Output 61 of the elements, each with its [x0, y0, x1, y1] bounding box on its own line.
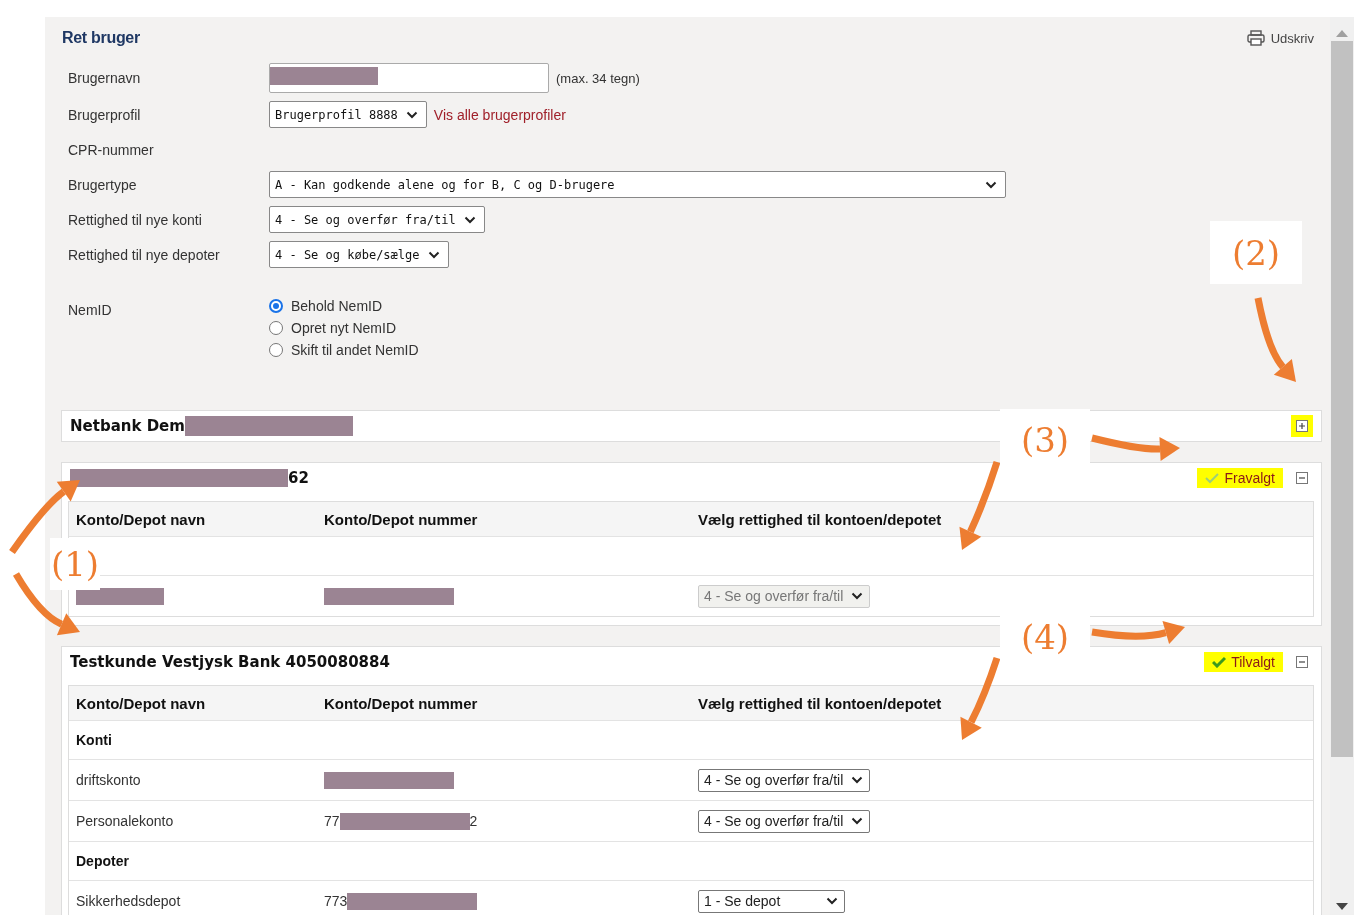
callout-label: (2): [1210, 221, 1302, 284]
permission-dropdown[interactable]: 1 - Se depot: [698, 889, 845, 913]
dropdown[interactable]: 4 - Se og overfør fra/til: [269, 206, 485, 233]
radio-button[interactable]: [269, 321, 283, 335]
dropdown[interactable]: 4 - Se og købe/sælge: [269, 241, 449, 268]
check-icon: [1212, 656, 1227, 668]
account-number: 2: [469, 813, 478, 829]
field-label: Brugernavn: [68, 70, 142, 86]
scroll-up-icon: [1336, 29, 1348, 37]
account-name: Personalekonto: [76, 813, 174, 829]
field-label: Rettighed til nye konti: [68, 211, 203, 228]
radio-label[interactable]: Behold NemID: [291, 298, 383, 314]
page-title: Ret bruger: [62, 29, 140, 47]
expand-icon[interactable]: [1291, 415, 1313, 437]
callout-label: (1): [50, 538, 100, 590]
group-label: Depoter: [76, 853, 130, 869]
chevron-icon: [427, 250, 440, 259]
chevron-icon: [851, 776, 864, 784]
chevron-icon: [851, 592, 864, 600]
panel-title: Netbank Dem: [70, 417, 185, 435]
column-header: Konto/Depot navn: [76, 694, 207, 712]
permission-dropdown[interactable]: 4 - Se og overfør fra/til: [698, 809, 871, 833]
column-header: Vælg rettighed til kontoen/depotet: [698, 510, 943, 528]
radio-label[interactable]: Skift til andet NemID: [291, 342, 419, 358]
chevron-icon: [851, 817, 864, 825]
account-name: Sikkerhedsdepot: [76, 893, 181, 909]
column-header: Konto/Depot navn: [76, 510, 207, 528]
chevron-icon: [985, 180, 997, 189]
field-label: NemID: [68, 301, 113, 318]
chevron-icon: [463, 215, 476, 224]
group-label: Konti: [76, 732, 113, 748]
scrollbar-thumb[interactable]: [1331, 41, 1353, 757]
radio-button[interactable]: [269, 343, 283, 357]
account-number: 77: [324, 813, 340, 829]
field-label: CPR-nummer: [68, 141, 155, 158]
account-number: 773: [324, 893, 348, 909]
panel-title: Testkunde Vestjysk Bank 4050080884: [70, 653, 390, 671]
scroll-down-icon: [1336, 903, 1348, 911]
column-header: Konto/Depot nummer: [324, 510, 479, 528]
chevron-icon: [826, 897, 838, 905]
permission-dropdown[interactable]: 4 - Se og overfør fra/til: [698, 768, 871, 792]
link[interactable]: Vis alle brugerprofiler: [433, 106, 566, 123]
field-label: Brugerprofil: [68, 106, 142, 123]
selection-toggle[interactable]: Tilvalgt: [1204, 652, 1283, 672]
column-header: Konto/Depot nummer: [324, 694, 479, 712]
printer-icon: [1246, 30, 1265, 46]
field-hint: (max. 34 tegn): [556, 70, 640, 86]
chevron-icon: [405, 110, 418, 119]
column-header: Vælg rettighed til kontoen/depotet: [698, 694, 943, 712]
radio-button[interactable]: [269, 299, 283, 313]
panel-title: 62: [288, 469, 309, 487]
account-name: driftskonto: [76, 772, 141, 788]
field-label: Brugertype: [68, 176, 138, 193]
dropdown[interactable]: A - Kan godkende alene og for B, C og D-brugere: [269, 171, 1006, 198]
print-link[interactable]: Udskriv: [1246, 30, 1314, 46]
check-icon: [1205, 472, 1220, 484]
username-field[interactable]: [269, 63, 549, 93]
radio-label[interactable]: Opret nyt NemID: [291, 320, 397, 336]
selection-toggle[interactable]: Fravalgt: [1197, 468, 1283, 488]
dropdown[interactable]: Brugerprofil 8888: [269, 101, 427, 128]
field-label: Rettighed til nye depoter: [68, 246, 221, 263]
